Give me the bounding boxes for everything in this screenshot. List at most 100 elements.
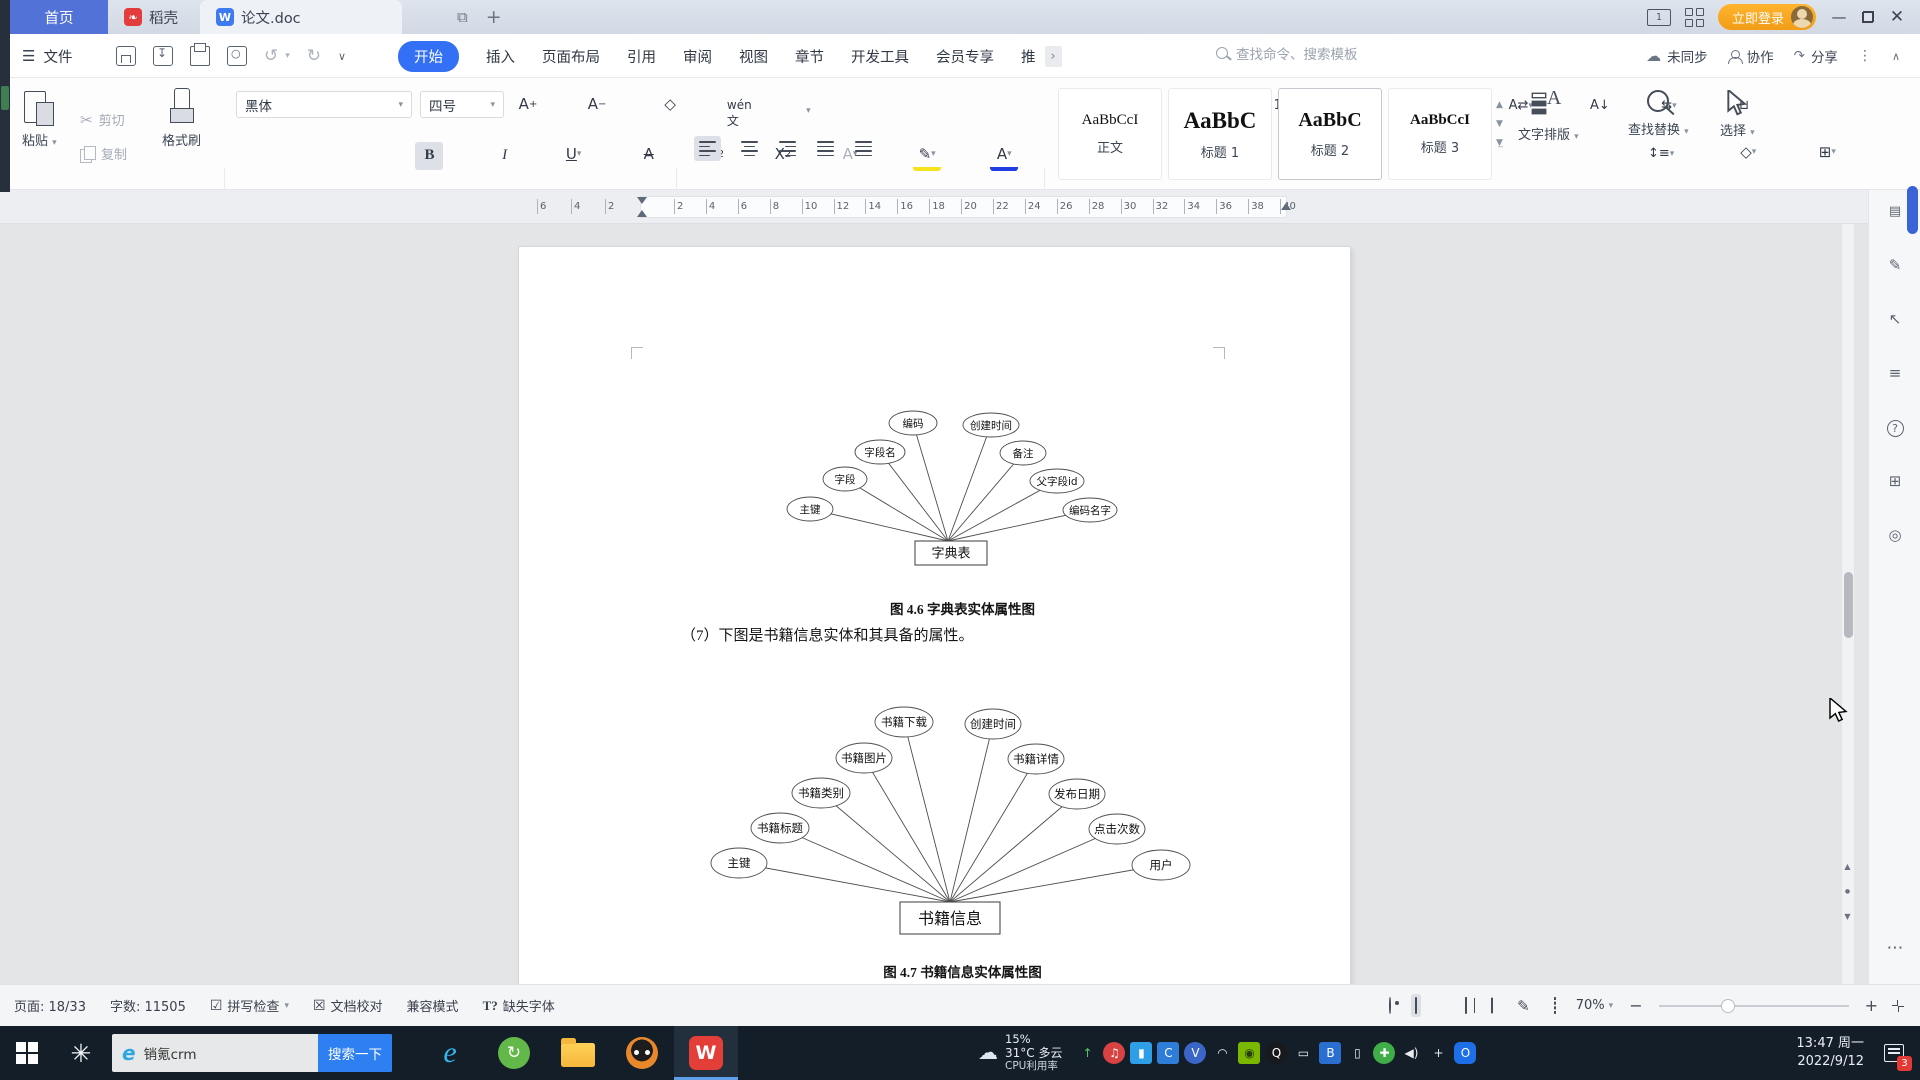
tray-music-icon[interactable]: ♫: [1103, 1042, 1126, 1064]
tray-upload-icon[interactable]: ↑: [1076, 1042, 1098, 1064]
command-search[interactable]: 查找命令、搜索模板: [1216, 43, 1358, 63]
sync-status[interactable]: ☁ 未同步: [1646, 46, 1708, 66]
style-card-2[interactable]: AaBbC 标题 2: [1278, 88, 1382, 180]
style-card-0[interactable]: AaBbCcI 正文: [1058, 88, 1162, 180]
search-go-button[interactable]: 搜索一下: [318, 1034, 392, 1072]
page-view-button[interactable]: [1411, 994, 1422, 1017]
highlight-color-button[interactable]: ✎ ▾: [913, 143, 942, 171]
tray-usb-drive-icon[interactable]: ▯: [1346, 1042, 1368, 1064]
tray-display-icon[interactable]: ▭: [1292, 1042, 1314, 1064]
missing-font-warning[interactable]: T? 缺失字体: [483, 996, 555, 1016]
align-left-button[interactable]: [694, 136, 721, 162]
web-view-button[interactable]: [1487, 994, 1497, 1017]
share-button[interactable]: ↷ 分享: [1794, 46, 1838, 66]
tab-docer[interactable]: ❧ 稻壳: [108, 0, 194, 34]
menu-item-2[interactable]: 页面布局: [542, 46, 600, 67]
pinwheel-app-button[interactable]: ✳: [54, 1026, 108, 1080]
borders-button[interactable]: ⊞ ▾: [1813, 138, 1841, 166]
tray-volume-icon[interactable]: ◀): [1400, 1042, 1422, 1064]
print-icon[interactable]: [190, 43, 210, 66]
new-tab-button[interactable]: +: [477, 0, 511, 34]
zoom-in-button[interactable]: +: [1865, 996, 1878, 1015]
taskbar-app-browser360[interactable]: ↻: [482, 1026, 546, 1080]
underline-button[interactable]: U ▾: [560, 140, 588, 168]
previous-page-button[interactable]: ▲: [1841, 862, 1854, 871]
menu-item-7[interactable]: 开发工具: [851, 46, 909, 67]
page-indicator[interactable]: 页面: 18/33: [14, 996, 86, 1015]
tray-usb-device-icon[interactable]: ▮: [1130, 1042, 1153, 1064]
compat-mode[interactable]: 兼容模式: [407, 996, 459, 1015]
menu-item-6[interactable]: 章节: [795, 46, 824, 67]
collapse-ribbon-icon[interactable]: ∧: [1892, 50, 1900, 63]
save-icon[interactable]: [116, 46, 136, 66]
undo-icon[interactable]: ↺: [264, 46, 278, 66]
shading-button[interactable]: ◇ ▾: [1734, 138, 1762, 166]
decrease-font-icon[interactable]: A −: [583, 90, 611, 118]
taskbar-clock[interactable]: 13:47 周一 2022/9/12: [1796, 1035, 1874, 1070]
menu-item-5[interactable]: 视图: [739, 46, 768, 67]
right-margin-marker[interactable]: [1281, 203, 1291, 210]
style-card-1[interactable]: AaBbC 标题 1: [1168, 88, 1272, 180]
tray-nvidia-icon[interactable]: ◉: [1238, 1042, 1261, 1064]
menu-item-3[interactable]: 引用: [627, 46, 656, 67]
outline-view-button[interactable]: [1437, 1002, 1445, 1010]
strikethrough-button[interactable]: A: [635, 140, 663, 168]
menu-item-8[interactable]: 会员专享: [936, 46, 994, 67]
notification-center[interactable]: 3: [1874, 1026, 1914, 1080]
tray-driver-icon[interactable]: C: [1157, 1042, 1180, 1064]
help-icon[interactable]: ?: [1869, 418, 1920, 437]
tray-wifi-icon[interactable]: ◠: [1211, 1042, 1233, 1064]
font-color-button[interactable]: A ▾: [990, 143, 1019, 171]
tray-ocr-icon[interactable]: O: [1454, 1042, 1477, 1064]
justify-button[interactable]: [812, 136, 839, 161]
align-right-button[interactable]: [774, 136, 801, 161]
zoom-out-button[interactable]: −: [1629, 996, 1642, 1015]
ink-button[interactable]: ✎: [1513, 993, 1534, 1019]
weather-cpu-widget[interactable]: ☁ 15% 31°C 多云 CPU利用率: [978, 1033, 1062, 1073]
pinyin-caret-icon[interactable]: ▾: [794, 97, 822, 125]
menu-item-0[interactable]: 开始: [398, 40, 459, 72]
bold-button[interactable]: B: [415, 141, 444, 170]
window-manager-icon[interactable]: 1: [1646, 8, 1671, 26]
copy-button[interactable]: 复制: [80, 144, 127, 163]
redo-icon[interactable]: ↻: [307, 46, 321, 66]
tab-list-icon[interactable]: ⧉: [448, 0, 477, 34]
style-gallery-arrows[interactable]: ▲ ▼ ▼̲: [1496, 100, 1503, 148]
tab-document[interactable]: W 论文.doc: [200, 0, 402, 34]
style-card-3[interactable]: AaBbCcI 标题 3: [1388, 88, 1492, 180]
taskbar-search[interactable]: e 销氪crm 搜索一下: [112, 1034, 392, 1072]
paste-button[interactable]: 粘贴 ▾: [22, 88, 57, 149]
location-tool-icon[interactable]: ◎: [1869, 526, 1920, 544]
zoom-slider[interactable]: [1658, 998, 1849, 1013]
ocr-tool-icon[interactable]: ⊞: [1869, 472, 1920, 490]
find-replace-button[interactable]: 查找替换 ▾: [1628, 90, 1689, 138]
undo-caret-icon[interactable]: ▾: [285, 51, 290, 61]
indent-marker[interactable]: [637, 196, 648, 218]
customize-toolbar-icon[interactable]: ∨: [338, 50, 346, 63]
proofread-toggle[interactable]: ☒ 文档校对: [313, 996, 383, 1016]
menu-overflow-chip[interactable]: ›: [1044, 45, 1062, 67]
tray-security-icon[interactable]: V: [1184, 1042, 1207, 1064]
menu-item-4[interactable]: 审阅: [683, 46, 712, 67]
sidebar-blue-handle[interactable]: [1907, 186, 1918, 234]
font-family-select[interactable]: 黑体 ▾: [236, 91, 412, 118]
select-button[interactable]: 选择 ▾: [1720, 90, 1755, 139]
horizontal-ruler[interactable]: 6 4 2 2 4 6 8 10 12 14 16 18 20 22 24 26 28 30 32 34 36 38 40: [0, 190, 1920, 224]
fit-page-button[interactable]: [1550, 994, 1560, 1017]
login-button[interactable]: 立即登录: [1717, 4, 1816, 30]
taskbar-app-ie[interactable]: e: [418, 1026, 482, 1080]
italic-button[interactable]: I: [491, 142, 519, 170]
print-preview-icon[interactable]: [227, 46, 247, 66]
menu-item-9[interactable]: 推: [1021, 46, 1036, 67]
browse-object-button[interactable]: ●: [1841, 888, 1854, 895]
close-button[interactable]: ✕: [1888, 7, 1906, 27]
eye-protect-button[interactable]: [1385, 994, 1395, 1017]
minimize-button[interactable]: —: [1830, 8, 1848, 26]
more-tools-icon[interactable]: ⋯: [1869, 938, 1920, 958]
increase-font-icon[interactable]: A +: [514, 90, 542, 118]
read-mode-button[interactable]: [1461, 994, 1471, 1017]
export-icon[interactable]: [153, 46, 173, 66]
file-menu[interactable]: ☰ 文件: [22, 34, 72, 78]
align-center-button[interactable]: [736, 136, 763, 161]
tab-home[interactable]: 首页: [10, 0, 108, 34]
